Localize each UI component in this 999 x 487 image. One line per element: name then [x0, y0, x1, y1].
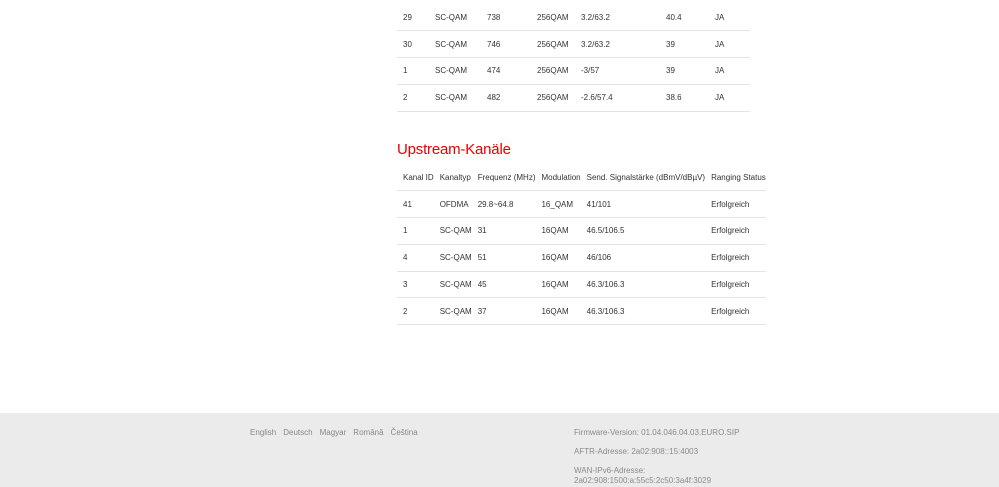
- footer: English Deutsch Magyar Română Čeština Fi…: [0, 413, 999, 487]
- cell-power: 3.2/63.2: [581, 12, 610, 22]
- cell-channel-type: SC-QAM: [435, 93, 467, 103]
- cell-frequency: 45: [477, 280, 487, 290]
- page: 29 SC-QAM 738 256QAM 3.2/63.2 40.4 JA 30…: [0, 0, 999, 487]
- language-link-romana[interactable]: Română: [353, 428, 383, 437]
- cell-snr: 38.6: [666, 93, 682, 103]
- cell-modulation: 16QAM: [541, 280, 569, 290]
- cell-modulation: 256QAM: [537, 39, 569, 49]
- header-channel-id: Kanal ID: [403, 172, 434, 182]
- cell-snr: 40.4: [666, 12, 682, 22]
- cell-snr: 39: [666, 39, 675, 49]
- cell-frequency: 474: [487, 66, 501, 76]
- cell-channel-type: SC-QAM: [439, 226, 472, 236]
- cell-channel-type: SC-QAM: [435, 66, 467, 76]
- cell-modulation: 256QAM: [537, 66, 569, 76]
- cell-frequency: 31: [477, 226, 487, 236]
- cell-frequency: 738: [487, 12, 501, 22]
- cell-channel-id: 1: [403, 226, 408, 236]
- cell-locked: JA: [715, 39, 725, 49]
- language-link-cestina[interactable]: Čeština: [391, 428, 418, 437]
- upstream-table: Kanal ID Kanaltyp Frequenz (MHz) Modulat…: [397, 164, 766, 325]
- cell-power: 3.2/63.2: [581, 39, 610, 49]
- cell-snr: 39: [666, 66, 675, 76]
- table-row: 2 SC-QAM 482 256QAM -2.6/57.4 38.6 JA: [397, 84, 750, 112]
- cell-channel-id: 41: [403, 199, 412, 209]
- header-modulation: Modulation: [541, 172, 581, 182]
- upstream-section-title: Upstream-Kanäle: [397, 141, 511, 158]
- cell-frequency: 37: [477, 306, 487, 316]
- header-ranging-status: Ranging Status: [711, 172, 766, 182]
- table-row: 29 SC-QAM 738 256QAM 3.2/63.2 40.4 JA: [397, 4, 750, 31]
- language-link-deutsch[interactable]: Deutsch: [283, 428, 312, 437]
- cell-power: 46.5/106.5: [586, 226, 625, 236]
- cell-channel-type: SC-QAM: [439, 253, 472, 263]
- cell-frequency: 51: [477, 253, 487, 263]
- header-channel-type: Kanaltyp: [439, 172, 471, 182]
- cell-modulation: 256QAM: [537, 93, 569, 103]
- cell-channel-id: 2: [403, 93, 408, 103]
- table-row: 3 SC-QAM 45 16QAM 46.3/106.3 Erfolgreich: [397, 271, 766, 298]
- device-info: Firmware-Version: 01.04.046.04.03.EURO.S…: [574, 428, 739, 486]
- language-link-magyar[interactable]: Magyar: [320, 428, 347, 437]
- language-selector: English Deutsch Magyar Română Čeština: [250, 428, 425, 437]
- wan-ipv6-label: WAN-IPv6-Adresse:: [574, 466, 646, 475]
- cell-locked: JA: [715, 12, 725, 22]
- wan-ipv6-value: 2a02:908:1500:a:55c5:2c50:3a4f:3029: [574, 476, 712, 485]
- cell-channel-id: 30: [403, 39, 412, 49]
- cell-channel-type: SC-QAM: [439, 306, 472, 316]
- cell-channel-type: SC-QAM: [435, 12, 467, 22]
- cell-ranging-status: Erfolgreich: [711, 226, 750, 236]
- cell-channel-id: 29: [403, 12, 412, 22]
- cell-locked: JA: [715, 93, 725, 103]
- header-frequency: Frequenz (MHz): [477, 172, 536, 182]
- table-row: 30 SC-QAM 746 256QAM 3.2/63.2 39 JA: [397, 31, 750, 58]
- cell-channel-type: OFDMA: [439, 199, 469, 209]
- firmware-version: Firmware-Version: 01.04.046.04.03.EURO.S…: [574, 428, 740, 437]
- cell-channel-id: 2: [403, 306, 408, 316]
- aftr-address: AFTR-Adresse: 2a02:908::15:4003: [574, 447, 699, 456]
- cell-power: 46.3/106.3: [586, 306, 625, 316]
- cell-modulation: 16QAM: [541, 306, 569, 316]
- cell-channel-type: SC-QAM: [439, 280, 472, 290]
- cell-power: -3/57: [581, 66, 600, 76]
- cell-power: 46/106: [586, 253, 612, 263]
- cell-frequency: 746: [487, 39, 501, 49]
- cell-ranging-status: Erfolgreich: [711, 306, 750, 316]
- cell-power: 41/101: [586, 199, 612, 209]
- cell-power: -2.6/57.4: [581, 93, 613, 103]
- cell-modulation: 16_QAM: [541, 199, 574, 209]
- cell-modulation: 16QAM: [541, 253, 569, 263]
- cell-frequency: 29.8~64.8: [477, 199, 514, 209]
- table-header-row: Kanal ID Kanaltyp Frequenz (MHz) Modulat…: [397, 164, 766, 191]
- cell-ranging-status: Erfolgreich: [711, 280, 750, 290]
- cell-channel-id: 3: [403, 280, 408, 290]
- header-power: Send. Signalstärke (dBmV/dBµV): [586, 172, 706, 182]
- table-row: 1 SC-QAM 474 256QAM -3/57 39 JA: [397, 58, 750, 85]
- table-row: 4 SC-QAM 51 16QAM 46/106 Erfolgreich: [397, 244, 766, 272]
- cell-modulation: 16QAM: [541, 226, 569, 236]
- cell-ranging-status: Erfolgreich: [711, 253, 750, 263]
- cell-frequency: 482: [487, 93, 501, 103]
- language-link-english[interactable]: English: [250, 428, 276, 437]
- cell-power: 46.3/106.3: [586, 280, 625, 290]
- cell-ranging-status: Erfolgreich: [711, 199, 750, 209]
- table-row: 2 SC-QAM 37 16QAM 46.3/106.3 Erfolgreich: [397, 298, 766, 325]
- table-row: 1 SC-QAM 31 16QAM 46.5/106.5 Erfolgreich: [397, 218, 766, 245]
- cell-channel-id: 4: [403, 253, 408, 263]
- cell-locked: JA: [715, 66, 725, 76]
- cell-modulation: 256QAM: [537, 12, 569, 22]
- cell-channel-type: SC-QAM: [435, 39, 467, 49]
- table-row: 41 OFDMA 29.8~64.8 16_QAM 41/101 Erfolgr…: [397, 191, 766, 218]
- downstream-table: 29 SC-QAM 738 256QAM 3.2/63.2 40.4 JA 30…: [397, 4, 750, 112]
- cell-channel-id: 1: [403, 66, 408, 76]
